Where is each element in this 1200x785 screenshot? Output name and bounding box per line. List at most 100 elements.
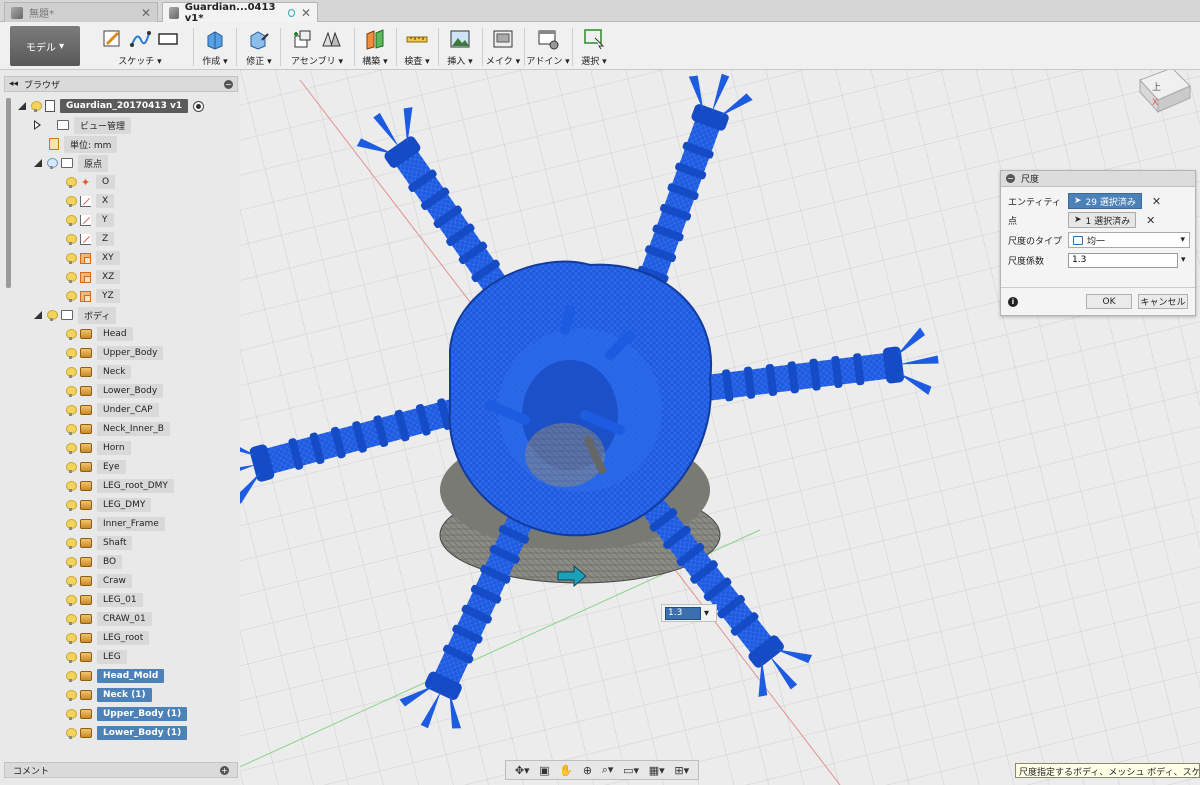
body-item[interactable]: CRAW_01: [66, 611, 152, 627]
body-item[interactable]: LEG_root: [66, 630, 150, 646]
body-item[interactable]: Head: [66, 326, 133, 342]
body-item[interactable]: Shaft: [66, 535, 133, 551]
tab-guardian[interactable]: Guardian...0413 v1* ✕: [162, 2, 318, 24]
tree-units[interactable]: 単位: mm: [49, 135, 118, 153]
clear-entities-icon[interactable]: ✕: [1152, 195, 1161, 208]
selected-body-item[interactable]: Lower_Body (1): [66, 725, 188, 741]
workspace-mode-button[interactable]: モデル ▾: [10, 26, 80, 66]
select-group[interactable]: 選択 ▾: [576, 26, 612, 68]
entities-select-button[interactable]: ➤ 29 選択済み: [1068, 193, 1142, 209]
joint-icon[interactable]: [320, 28, 342, 50]
collapse-arrows-icon[interactable]: ◂◂: [9, 79, 18, 89]
visibility-bulb-icon[interactable]: [66, 518, 77, 530]
body-item[interactable]: BO: [66, 554, 123, 570]
offset-plane-icon[interactable]: [364, 28, 386, 50]
body-item[interactable]: Neck: [66, 364, 132, 380]
visibility-bulb-icon[interactable]: [66, 214, 77, 226]
origin-item-o[interactable]: ✦ O: [66, 174, 116, 190]
origin-item-z[interactable]: Z: [66, 231, 115, 247]
select-icon[interactable]: [583, 28, 605, 50]
create-group[interactable]: 作成 ▾: [198, 26, 232, 68]
visibility-bulb-icon[interactable]: [66, 480, 77, 492]
body-item[interactable]: Under_CAP: [66, 402, 159, 418]
visibility-bulb-icon[interactable]: [66, 271, 77, 283]
body-item[interactable]: Eye: [66, 459, 126, 475]
visibility-bulb-icon[interactable]: [66, 385, 77, 397]
visibility-bulb-icon[interactable]: [66, 461, 77, 473]
clear-point-icon[interactable]: ✕: [1146, 214, 1155, 227]
sketch-group[interactable]: スケッチ ▾: [92, 26, 188, 68]
zoom-window-icon[interactable]: ⌕▾: [602, 763, 614, 777]
body-item[interactable]: Inner_Frame: [66, 516, 165, 532]
visibility-bulb-icon[interactable]: [66, 195, 77, 207]
expand-arrow-icon[interactable]: [34, 311, 42, 319]
tree-origin-folder[interactable]: 原点: [34, 154, 109, 172]
tree-view-mgmt[interactable]: ビュー管理: [34, 116, 132, 134]
visibility-bulb-icon[interactable]: [66, 328, 77, 340]
tab-untitled[interactable]: 無題* ✕: [4, 2, 158, 22]
visibility-bulb-icon[interactable]: [66, 404, 77, 416]
press-pull-icon[interactable]: [248, 28, 270, 50]
pan-hand-icon[interactable]: ✋: [559, 764, 573, 777]
visibility-bulb-icon[interactable]: [66, 594, 77, 606]
inspect-group[interactable]: 検査 ▾: [400, 26, 434, 68]
visibility-bulb-icon[interactable]: [66, 176, 77, 188]
measure-icon[interactable]: [406, 28, 428, 50]
origin-item-xy[interactable]: XY: [66, 250, 120, 266]
visibility-bulb-icon[interactable]: [47, 309, 58, 321]
info-icon[interactable]: i: [1008, 296, 1018, 307]
body-item[interactable]: LEG_DMY: [66, 497, 152, 513]
selected-body-item[interactable]: Upper_Body (1): [66, 706, 188, 722]
chevron-down-icon[interactable]: ▾: [704, 608, 709, 619]
visibility-bulb-icon[interactable]: [66, 347, 77, 359]
visibility-bulb-icon[interactable]: [66, 632, 77, 644]
visibility-bulb-icon[interactable]: [66, 423, 77, 435]
visibility-bulb-icon[interactable]: [66, 366, 77, 378]
browser-scrollbar[interactable]: [6, 98, 11, 288]
extrude-icon[interactable]: [204, 28, 226, 50]
body-item[interactable]: Upper_Body: [66, 345, 164, 361]
insert-image-icon[interactable]: [449, 28, 471, 50]
chevron-down-icon[interactable]: ▾: [1181, 255, 1186, 265]
spline-icon[interactable]: [129, 28, 151, 50]
comments-bar[interactable]: コメント +: [4, 762, 238, 778]
selected-body-item[interactable]: Head_Mold: [66, 668, 165, 684]
visibility-bulb-icon[interactable]: [66, 575, 77, 587]
expand-arrow-icon[interactable]: [34, 159, 42, 167]
construct-group[interactable]: 構築 ▾: [358, 26, 392, 68]
selected-body-item[interactable]: Neck (1): [66, 687, 152, 703]
add-comment-icon[interactable]: +: [220, 765, 229, 775]
tree-bodies-folder[interactable]: ボディ: [34, 306, 117, 324]
visibility-bulb-icon[interactable]: [66, 556, 77, 568]
body-item[interactable]: Lower_Body: [66, 383, 164, 399]
body-item[interactable]: Horn: [66, 440, 131, 456]
visibility-bulb-icon[interactable]: [31, 100, 42, 112]
minus-icon[interactable]: −: [224, 79, 233, 89]
expand-arrow-icon[interactable]: [18, 102, 26, 110]
zoom-icon[interactable]: ⊕: [583, 764, 592, 777]
scripts-icon[interactable]: [537, 28, 559, 50]
assembly-group[interactable]: アセンブリ ▾: [284, 26, 350, 68]
visibility-bulb-icon[interactable]: [66, 290, 77, 302]
point-select-button[interactable]: ➤ 1 選択済み: [1068, 212, 1137, 228]
body-item[interactable]: LEG: [66, 649, 127, 665]
visibility-bulb-icon[interactable]: [66, 727, 77, 739]
origin-item-xz[interactable]: XZ: [66, 269, 121, 285]
cancel-button[interactable]: キャンセル: [1138, 294, 1188, 309]
body-item[interactable]: LEG_01: [66, 592, 143, 608]
grid-settings-icon[interactable]: ▦▾: [649, 764, 665, 777]
visibility-bulb-icon[interactable]: [66, 613, 77, 625]
visibility-bulb-icon[interactable]: [66, 670, 77, 682]
addins-group[interactable]: アドイン ▾: [526, 26, 570, 68]
body-item[interactable]: Neck_Inner_B: [66, 421, 170, 437]
scale-dialog-header[interactable]: − 尺度: [1001, 171, 1195, 187]
rectangle-icon[interactable]: [157, 28, 179, 50]
browser-header[interactable]: ◂◂ ブラウザ −: [4, 76, 238, 92]
visibility-bulb-icon[interactable]: [66, 651, 77, 663]
3d-print-icon[interactable]: [492, 28, 514, 50]
new-component-icon[interactable]: [292, 28, 314, 50]
activate-radio-icon[interactable]: [193, 100, 205, 112]
scale-type-select[interactable]: 均一 ▾: [1068, 232, 1190, 248]
ok-button[interactable]: OK: [1086, 294, 1132, 309]
orbit-icon[interactable]: ✥▾: [515, 764, 530, 777]
